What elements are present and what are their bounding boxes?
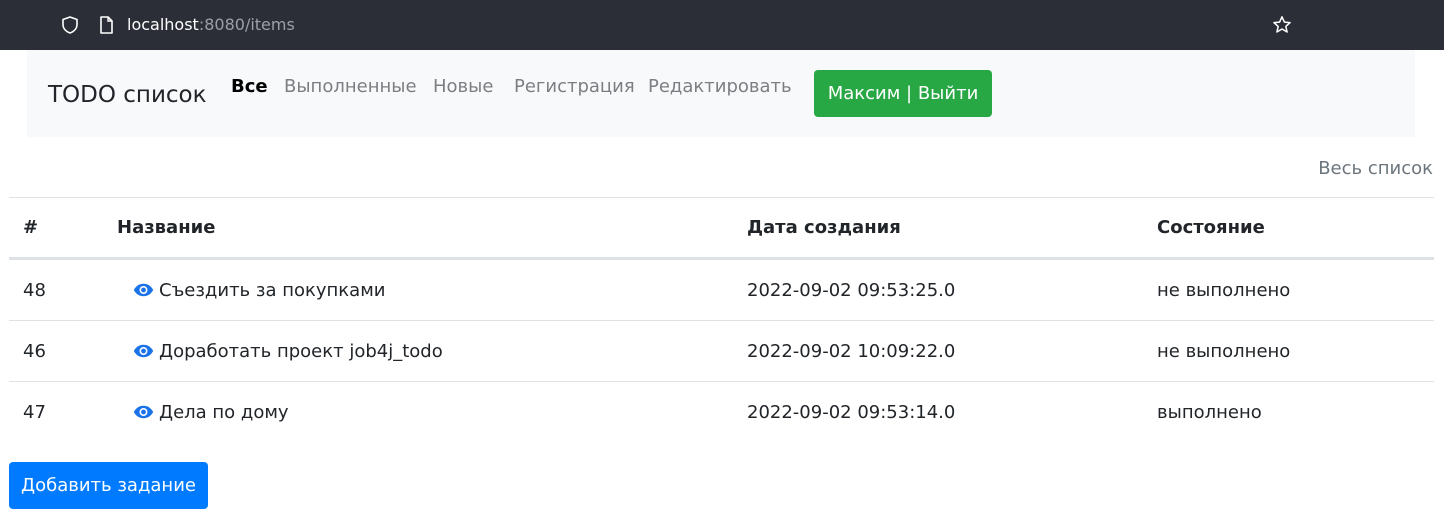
view-item-link[interactable]: Доработать проект job4j_todo (117, 341, 443, 362)
row-name-cell: Дела по дому (117, 382, 289, 442)
row-name: Доработать проект job4j_todo (159, 340, 443, 362)
url-path: :8080/items (198, 15, 295, 34)
table-header: # Название Дата создания Состояние (9, 197, 1434, 259)
header-state: Состояние (1157, 217, 1265, 238)
header-name: Название (117, 217, 216, 238)
row-name: Съездить за покупками (159, 279, 386, 301)
row-state: не выполнено (1157, 279, 1291, 301)
brand-title[interactable]: TODO список (48, 81, 207, 109)
nav-link-all[interactable]: Все (231, 75, 268, 99)
table-row: 47 Дела по дому 2022-09-02 09:53:14.0 вы… (9, 381, 1434, 442)
eye-icon[interactable] (133, 344, 154, 358)
address-bar[interactable]: localhost:8080/items (127, 14, 295, 36)
nav-link-edit[interactable]: Редактировать (648, 75, 792, 99)
user-logout-button[interactable]: Максим | Выйти (814, 70, 992, 117)
header-number: # (23, 217, 39, 238)
row-created: 2022-09-02 10:09:22.0 (747, 340, 956, 362)
row-created: 2022-09-02 09:53:14.0 (747, 401, 956, 423)
table-row: 48 Съездить за покупками 2022-09-02 09:5… (9, 259, 1434, 320)
view-item-link[interactable]: Съездить за покупками (117, 280, 385, 301)
row-name: Дела по дому (159, 401, 289, 423)
row-name-cell: Доработать проект job4j_todo (117, 321, 443, 381)
shield-icon[interactable] (60, 15, 80, 35)
table-row: 46 Доработать проект job4j_todo 2022-09-… (9, 320, 1434, 381)
row-id: 47 (23, 401, 46, 423)
row-name-cell: Съездить за покупками (117, 260, 385, 320)
nav-link-new[interactable]: Новые (433, 75, 493, 99)
star-icon[interactable] (1272, 15, 1292, 35)
items-table: # Название Дата создания Состояние 48 Съ… (9, 197, 1434, 442)
page-icon (100, 16, 113, 34)
nav-link-register[interactable]: Регистрация (514, 75, 635, 99)
eye-icon[interactable] (133, 283, 154, 297)
view-item-link[interactable]: Дела по дому (117, 402, 289, 423)
row-state: не выполнено (1157, 340, 1291, 362)
eye-icon[interactable] (133, 405, 154, 419)
row-state: выполнено (1157, 401, 1262, 423)
browser-toolbar: localhost:8080/items (0, 0, 1444, 50)
row-id: 48 (23, 279, 46, 301)
header-created: Дата создания (747, 217, 901, 238)
all-list-link[interactable]: Весь список (1318, 157, 1433, 181)
row-id: 46 (23, 340, 46, 362)
nav-link-done[interactable]: Выполненные (284, 75, 417, 99)
row-created: 2022-09-02 09:53:25.0 (747, 279, 956, 301)
url-host: localhost (127, 15, 199, 34)
add-task-button[interactable]: Добавить задание (9, 462, 208, 509)
